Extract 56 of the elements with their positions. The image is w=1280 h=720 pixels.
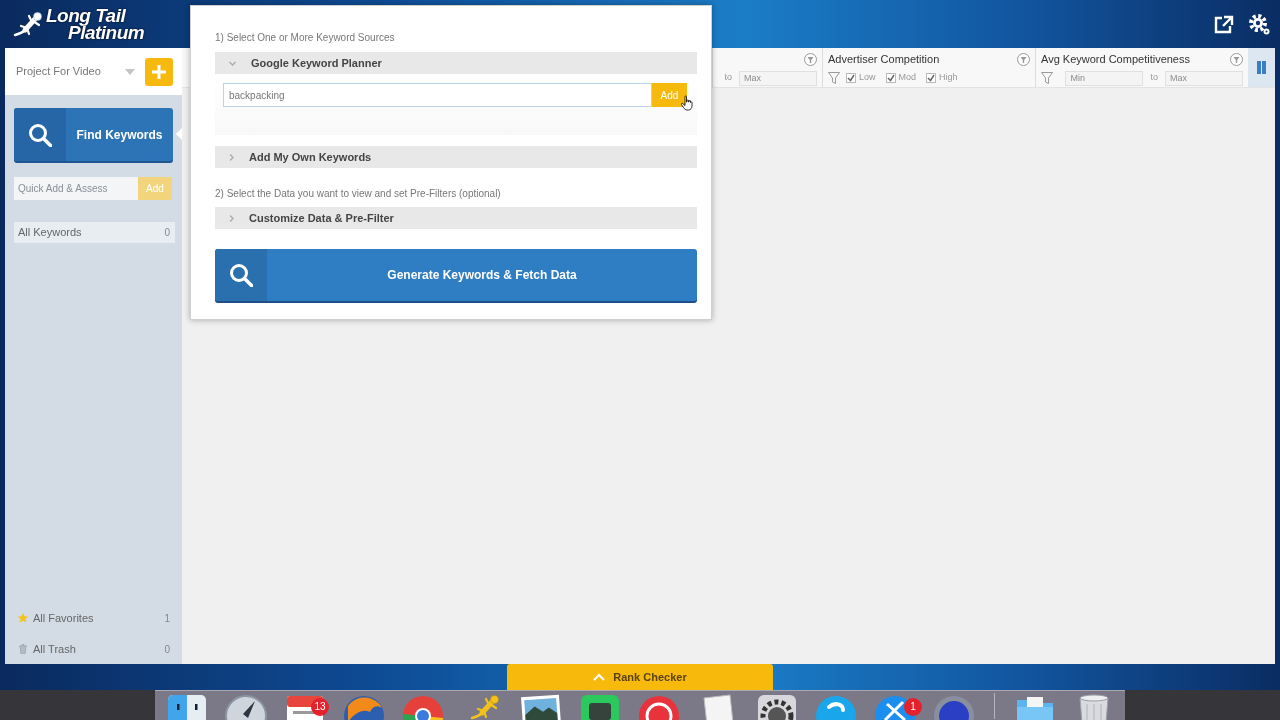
filter-icon[interactable] bbox=[1041, 72, 1053, 84]
list-item[interactable]: All Favorites 1 bbox=[14, 607, 175, 629]
gear-icon[interactable] bbox=[755, 692, 799, 720]
chevron-up-icon bbox=[593, 672, 606, 682]
funnel-circle-icon[interactable] bbox=[804, 52, 817, 66]
to-label: to bbox=[724, 71, 732, 85]
keyword-field[interactable]: backpacking bbox=[223, 83, 652, 107]
external-link-icon[interactable] bbox=[1214, 14, 1234, 34]
checkbox[interactable] bbox=[926, 73, 937, 83]
column-title: Avg Keyword Competitiveness bbox=[1041, 51, 1190, 67]
generate-button[interactable]: Generate Keywords & Fetch Data bbox=[215, 249, 697, 301]
trash-icon bbox=[18, 644, 28, 654]
star-icon bbox=[18, 613, 28, 623]
item-count: 0 bbox=[164, 226, 170, 240]
accordion-header[interactable]: Add My Own Keywords bbox=[215, 146, 697, 168]
funnel-circle-icon[interactable] bbox=[1230, 52, 1243, 66]
accordion-header[interactable]: Customize Data & Pre-Filter bbox=[215, 207, 697, 229]
pointer-notch-icon bbox=[176, 128, 182, 140]
column-title: Advertiser Competition bbox=[828, 51, 940, 67]
tile-icon[interactable] bbox=[578, 692, 622, 720]
chevron-down-icon bbox=[229, 60, 236, 66]
caret-down-icon bbox=[125, 68, 135, 75]
logo-text: Long Tail bbox=[46, 7, 127, 24]
rank-checker-tab[interactable]: Rank Checker bbox=[507, 664, 773, 690]
item-count: 1 bbox=[164, 611, 170, 626]
plus-icon bbox=[152, 64, 166, 79]
notification-badge: 13 bbox=[311, 698, 329, 716]
step-label: 1) Select One or More Keyword Sources bbox=[215, 31, 396, 45]
chevron-right-icon bbox=[229, 153, 234, 161]
chevron-right-icon bbox=[229, 214, 234, 222]
find-keywords-button[interactable]: Find Keywords bbox=[14, 108, 173, 161]
checkbox-label: Mod bbox=[898, 71, 917, 85]
search-icon bbox=[215, 249, 267, 301]
checkbox[interactable] bbox=[885, 73, 896, 83]
list-item[interactable]: All Keywords 0 bbox=[14, 222, 175, 243]
compass-icon[interactable] bbox=[224, 692, 268, 720]
settings-icon[interactable] bbox=[1248, 13, 1270, 35]
max-field[interactable]: Max bbox=[1165, 70, 1243, 86]
max-field[interactable]: Max bbox=[739, 70, 817, 86]
photo-icon[interactable] bbox=[519, 692, 563, 720]
filter-icon[interactable] bbox=[828, 72, 840, 84]
checkbox[interactable] bbox=[846, 73, 856, 83]
checkbox-label: High bbox=[939, 71, 958, 85]
min-field[interactable]: Min bbox=[1065, 70, 1144, 86]
hand-cursor-icon bbox=[680, 95, 694, 111]
item-count: 0 bbox=[164, 642, 170, 657]
list-item[interactable]: All Trash 0 bbox=[14, 638, 175, 660]
step-label: 2) Select the Data you want to view and set Pre-Filters (optional) bbox=[215, 187, 502, 201]
columns-icon[interactable] bbox=[1257, 61, 1266, 74]
funnel-circle-icon[interactable] bbox=[1017, 52, 1030, 66]
to-label: to bbox=[1150, 71, 1158, 85]
accordion-header[interactable]: Google Keyword Planner bbox=[215, 52, 697, 74]
split-tile-icon[interactable] bbox=[165, 692, 209, 720]
search-icon bbox=[14, 108, 66, 161]
checkbox-label: Low bbox=[859, 71, 876, 85]
notification-badge: 1 bbox=[904, 698, 922, 716]
